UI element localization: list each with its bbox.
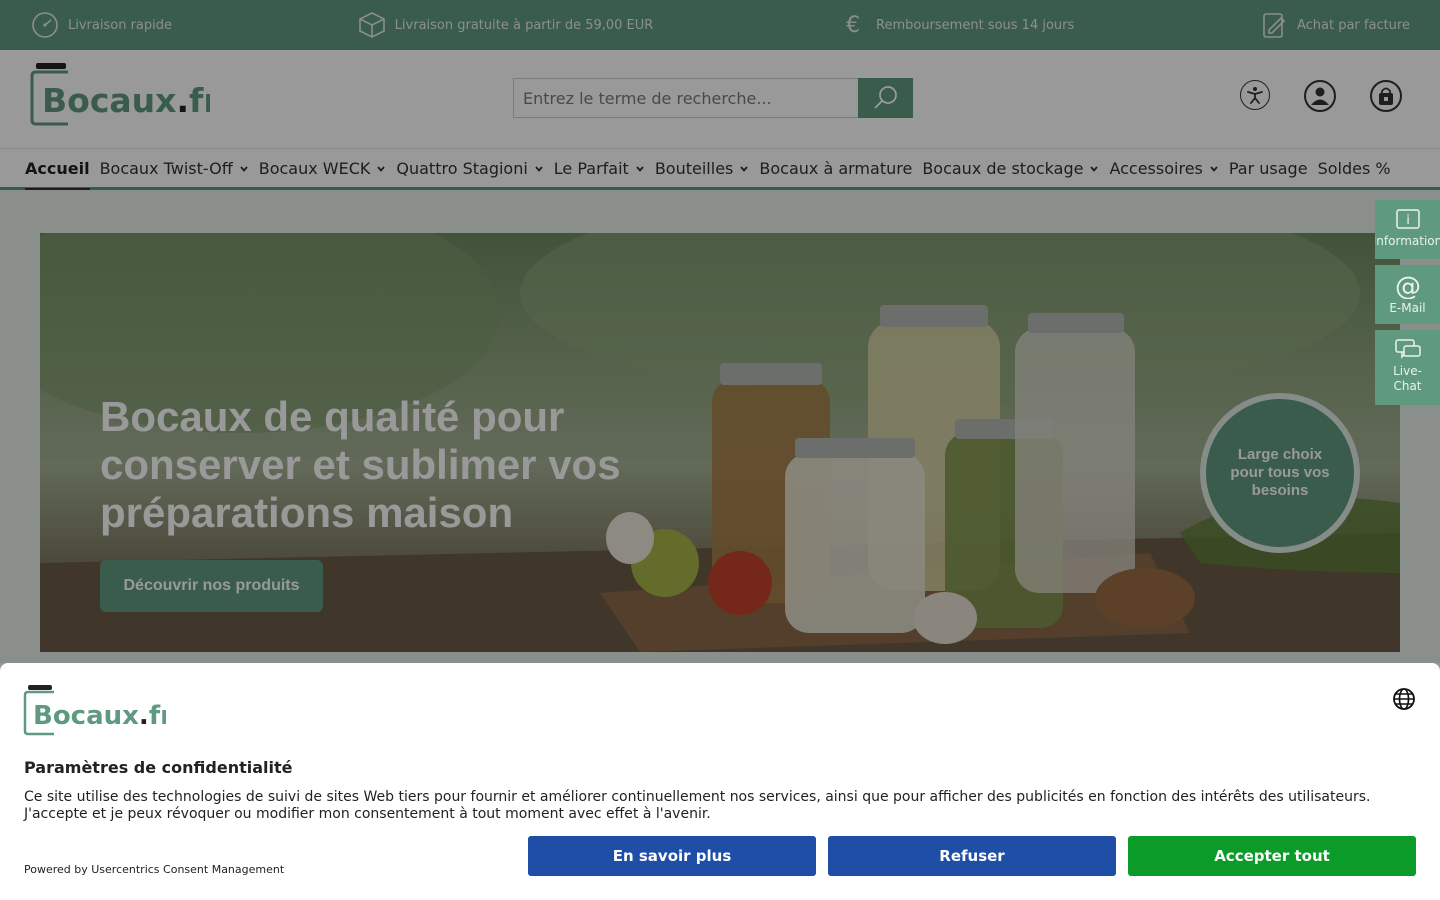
learn-more-button[interactable]: En savoir plus	[528, 836, 816, 876]
chat-icon	[1394, 339, 1421, 359]
language-globe-icon[interactable]	[1392, 687, 1416, 711]
consent-powered-by[interactable]: Powered by Usercentrics Consent Manageme…	[24, 863, 284, 876]
refuse-button[interactable]: Refuser	[828, 836, 1116, 876]
accept-all-button[interactable]: Accepter tout	[1128, 836, 1416, 876]
side-item-email[interactable]: @ E-Mail	[1375, 265, 1440, 324]
at-icon: @	[1395, 273, 1421, 299]
consent-logo: Bocaux.fr	[23, 685, 166, 736]
info-icon: i	[1395, 209, 1420, 229]
side-item-live-chat[interactable]: Live-Chat	[1375, 330, 1440, 405]
side-item-label: Information	[1375, 234, 1440, 248]
consent-title: Paramètres de confidentialité	[24, 758, 293, 777]
svg-text:Bocaux.fr: Bocaux.fr	[33, 701, 166, 731]
consent-banner: Bocaux.fr Paramètres de confidentialité …	[0, 663, 1440, 900]
contact-side-widget: i Information @ E-Mail Live-Chat	[1375, 200, 1440, 411]
side-item-information[interactable]: i Information	[1375, 200, 1440, 259]
side-item-label: Live-Chat	[1393, 364, 1422, 393]
svg-text:@: @	[1395, 273, 1421, 299]
consent-text: Ce site utilise des technologies de suiv…	[24, 789, 1371, 822]
side-item-label: E-Mail	[1389, 301, 1426, 315]
svg-text:i: i	[1406, 213, 1410, 228]
